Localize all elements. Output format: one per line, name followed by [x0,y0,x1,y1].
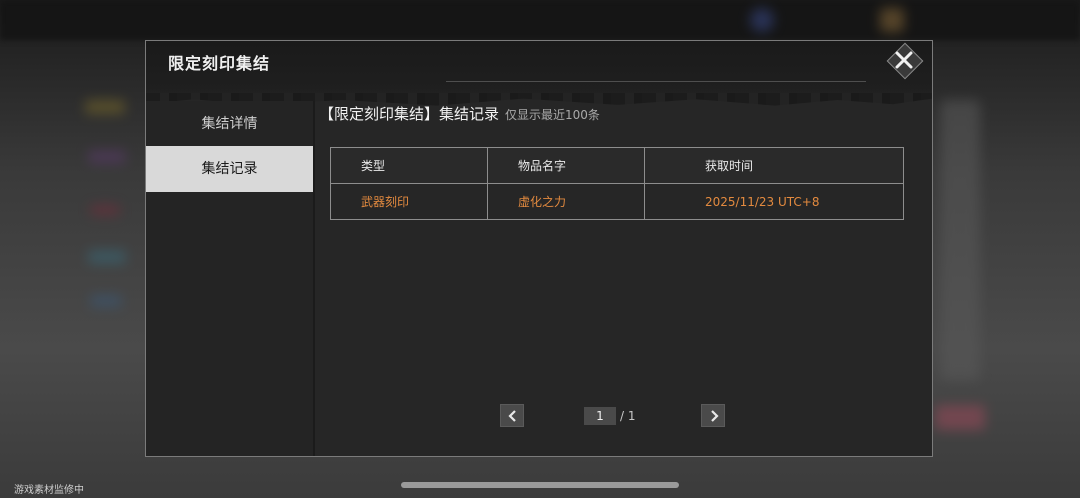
background-blur [940,100,980,380]
background-blur [90,295,122,307]
background-blur [750,8,774,32]
dialog-title: 限定刻印集结 [168,54,271,73]
close-icon [895,51,913,69]
sidebar-item-label: 集结详情 [201,116,258,132]
sidebar-divider [313,101,315,456]
next-page-button[interactable] [701,404,725,427]
home-indicator[interactable] [401,482,679,488]
cell-time: 2025/11/23 UTC+8 [644,183,904,220]
assembly-dialog: 限定刻印集结 集结详情 集结记录 【限定刻印集结】集结记录 仅显示最近100条 类… [145,40,933,457]
records-table: 类型 物品名字 获取时间 武器刻印 虚化之力 2025/11/23 UTC+8 [330,147,904,220]
table-row: 武器刻印 虚化之力 2025/11/23 UTC+8 [330,183,904,220]
records-heading: 【限定刻印集结】集结记录 [319,105,500,123]
sidebar-item-label: 集结记录 [201,161,258,177]
sidebar-item-records[interactable]: 集结记录 [146,146,313,192]
chevron-left-icon [508,410,516,422]
background-top-bar [0,0,1080,40]
background-blur [88,150,126,164]
sidebar-item-details[interactable]: 集结详情 [146,101,313,147]
prev-page-button[interactable] [500,404,524,427]
column-header-time: 获取时间 [644,147,904,184]
background-blur [88,250,126,264]
content-title: 【限定刻印集结】集结记录 仅显示最近100条 [319,103,600,124]
table-header-row: 类型 物品名字 获取时间 [330,147,904,184]
records-subtitle: 仅显示最近100条 [505,108,600,122]
background-blur [880,8,904,32]
dialog-header: 限定刻印集结 [146,41,932,106]
background-blur [85,100,125,114]
background-blur [90,205,120,215]
cell-type: 武器刻印 [330,183,488,220]
cell-item-name: 虚化之力 [487,183,645,220]
page-total: / 1 [620,409,636,423]
column-header-item-name: 物品名字 [487,147,645,184]
chevron-right-icon [711,410,719,422]
watermark-text: 游戏素材监修中 [14,485,84,496]
close-button[interactable] [885,42,924,80]
header-divider [446,81,866,82]
page-number-input[interactable]: 1 [584,407,616,425]
sidebar: 集结详情 集结记录 [146,101,313,456]
column-header-type: 类型 [330,147,488,184]
background-blur [935,405,985,430]
